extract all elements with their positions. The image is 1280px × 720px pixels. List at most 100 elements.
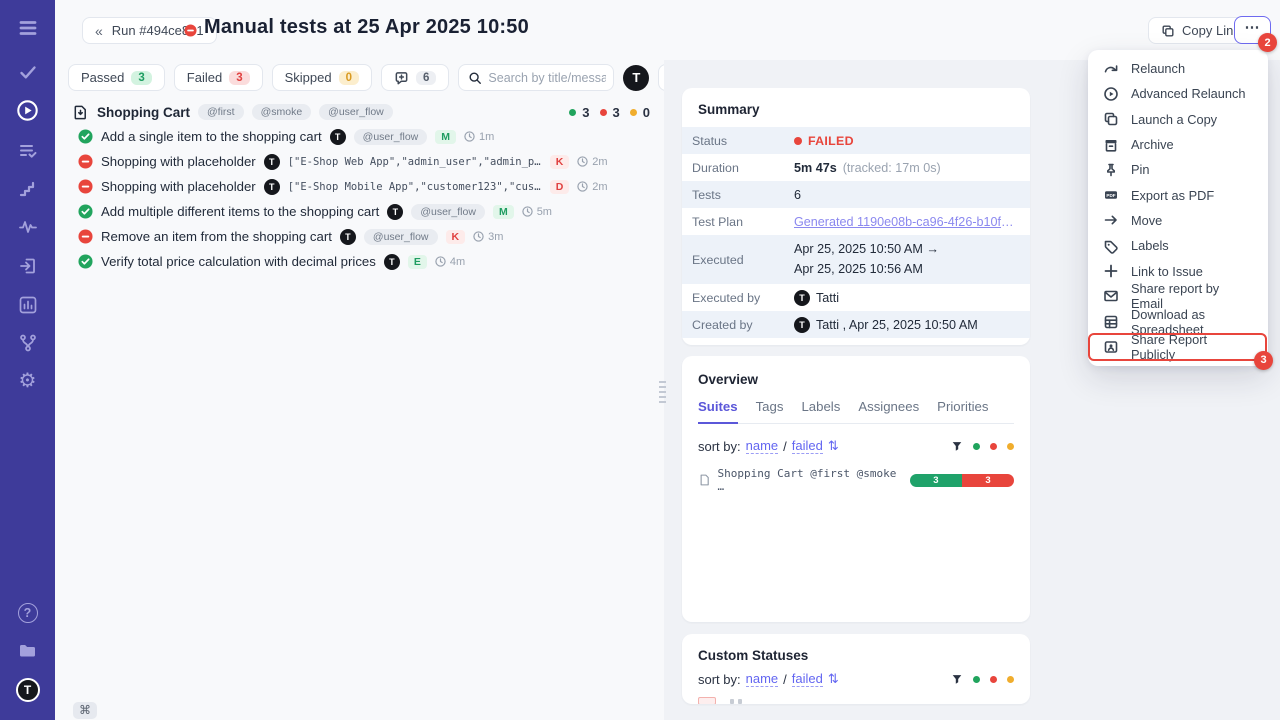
panel-resize-handle[interactable] [659, 381, 666, 405]
suite-tag[interactable]: @smoke [252, 104, 312, 120]
menu-item-pin[interactable]: Pin [1088, 157, 1268, 182]
menu-item-labels[interactable]: Labels [1088, 233, 1268, 258]
filter-funnel-icon[interactable] [951, 673, 963, 685]
test-title: Add multiple different items to the shop… [101, 204, 379, 219]
overview-tabs: Suites Tags Labels Assignees Priorities [698, 399, 1014, 424]
menu-item-advanced-relaunch[interactable]: Advanced Relaunch [1088, 81, 1268, 106]
suite-tag[interactable]: @first [198, 104, 244, 120]
executed-by-value: Tatti [816, 291, 839, 305]
menu-item-download-as-spreadsheet[interactable]: Download as Spreadsheet [1088, 309, 1268, 334]
sidebar-item-milestones[interactable] [0, 179, 55, 199]
sidebar-item-help[interactable]: ? [0, 603, 55, 623]
test-row[interactable]: Verify total price calculation with deci… [55, 249, 663, 274]
summary-row-executed: Executed Apr 25, 2025 10:50 AM → Apr 25,… [682, 235, 1030, 284]
tab-priorities[interactable]: Priorities [937, 399, 988, 423]
sidebar-item-branches[interactable] [0, 333, 55, 353]
menu-item-share-report-publicly-wrap: Share Report Publicly 3 [1088, 334, 1268, 359]
skipped-dot [630, 109, 637, 116]
custom-statuses-sort-row: sort by: name / failed ⇅ [698, 671, 1014, 687]
test-row[interactable]: Add a single item to the shopping cart T… [55, 124, 663, 149]
row-label: Executed [692, 253, 794, 267]
hamburger-menu-icon[interactable] [0, 18, 55, 38]
more-actions-button[interactable]: ⋯ 2 [1234, 16, 1271, 44]
assignee-avatar: T [264, 179, 280, 195]
sort-direction-icon[interactable]: ⇅ [828, 438, 839, 454]
menu-item-relaunch[interactable]: Relaunch [1088, 56, 1268, 81]
failed-filter-dot [990, 443, 997, 450]
filter-comments-button[interactable]: 6 [381, 64, 449, 91]
assignee-filter-avatar[interactable]: T [623, 65, 649, 91]
tab-suites[interactable]: Suites [698, 399, 738, 424]
sort-by-failed-link[interactable]: failed [792, 438, 823, 454]
sidebar-item-pulse[interactable] [0, 217, 55, 237]
sidebar-item-projects[interactable] [0, 641, 55, 661]
sort-by-name-link[interactable]: name [746, 671, 779, 687]
test-row[interactable]: Add multiple different items to the shop… [55, 199, 663, 224]
menu-item-export-as-pdf[interactable]: PDF Export as PDF [1088, 182, 1268, 207]
sort-by-name-link[interactable]: name [746, 438, 779, 454]
filter-funnel-icon[interactable] [951, 440, 963, 452]
sidebar-item-analytics[interactable] [0, 295, 55, 315]
test-row[interactable]: Shopping with placeholder T ["E-Shop Web… [55, 149, 663, 174]
menu-item-move[interactable]: Move [1088, 208, 1268, 233]
custom-status-badge: K [446, 230, 466, 244]
test-duration: 5m [522, 206, 552, 218]
sidebar-item-settings[interactable]: ⚙ [0, 371, 55, 391]
suite-skipped-count: 0 [643, 105, 650, 120]
sidebar-item-plans[interactable] [0, 141, 55, 161]
menu-item-label: Move [1131, 213, 1162, 228]
row-label: Duration [692, 161, 794, 175]
test-tag[interactable]: @user_flow [364, 229, 438, 245]
skipped-count-badge: 0 [339, 71, 359, 85]
sidebar-item-runs[interactable] [0, 99, 55, 122]
row-label: Tests [692, 188, 794, 202]
menu-item-share-report-by-email[interactable]: Share report by Email [1088, 284, 1268, 309]
comments-count-badge: 6 [416, 71, 436, 85]
clipped-status-row [698, 697, 1014, 704]
keyboard-shortcuts-button[interactable]: ⌘ [73, 702, 97, 719]
sort-by-failed-link[interactable]: failed [792, 671, 823, 687]
test-row[interactable]: Remove an item from the shopping cart T … [55, 224, 663, 249]
suite-row[interactable]: Shopping Cart @first @smoke @user_flow 3… [55, 100, 663, 124]
tab-assignees[interactable]: Assignees [858, 399, 919, 423]
test-row[interactable]: Shopping with placeholder T ["E-Shop Mob… [55, 174, 663, 199]
passed-status-icon [78, 204, 93, 219]
copy-link-label: Copy Link [1182, 23, 1240, 38]
skipped-filter-dot [1007, 443, 1014, 450]
tests-count-value: 6 [794, 188, 801, 202]
custom-status-badge: M [493, 205, 514, 219]
search-input[interactable] [488, 71, 606, 85]
archive-icon [1103, 137, 1119, 153]
sidebar-item-import[interactable] [0, 256, 55, 276]
test-title: Shopping with placeholder [101, 179, 256, 194]
test-example-data: ["E-Shop Mobile App","customer123","cust… [288, 181, 542, 193]
test-tag[interactable]: @user_flow [411, 204, 485, 220]
help-icon: ? [18, 603, 38, 623]
more-actions-dropdown: Relaunch Advanced Relaunch Launch a Copy… [1088, 50, 1268, 366]
passed-status-icon [78, 129, 93, 144]
filter-skipped-button[interactable]: Skipped 0 [272, 64, 372, 91]
bar-passed-segment: 3 [910, 474, 962, 487]
test-tag[interactable]: @user_flow [354, 129, 428, 145]
run-failed-status-icon [184, 24, 197, 37]
filter-failed-button[interactable]: Failed 3 [174, 64, 263, 91]
sort-direction-icon[interactable]: ⇅ [828, 671, 839, 687]
filter-bar: Passed 3 Failed 3 Skipped 0 6 T Tree Vie… [68, 64, 764, 91]
tab-labels[interactable]: Labels [801, 399, 840, 423]
test-title: Add a single item to the shopping cart [101, 129, 322, 144]
menu-item-archive[interactable]: Archive [1088, 132, 1268, 157]
sidebar-item-tests[interactable] [0, 62, 55, 82]
menu-item-link-to-issue[interactable]: Link to Issue [1088, 258, 1268, 283]
menu-item-launch-a-copy[interactable]: Launch a Copy [1088, 107, 1268, 132]
sidebar-user-avatar[interactable]: T [0, 678, 55, 702]
test-plan-link[interactable]: Generated 1190e08b-ca96-4f26-b10f-d6dc… [794, 215, 1016, 229]
summary-row-duration: Duration 5m 47s(tracked: 17m 0s) [682, 154, 1030, 181]
filter-passed-button[interactable]: Passed 3 [68, 64, 165, 91]
custom-status-badge: E [408, 255, 427, 269]
tab-tags[interactable]: Tags [756, 399, 784, 423]
summary-row-created-by: Created by TTatti , Apr 25, 2025 10:50 A… [682, 311, 1030, 338]
suite-tag[interactable]: @user_flow [319, 104, 393, 120]
sort-separator: / [783, 672, 787, 687]
menu-item-share-report-publicly[interactable]: Share Report Publicly [1088, 334, 1268, 359]
overview-suite-row[interactable]: Shopping Cart @first @smoke … 3 3 [698, 467, 1014, 493]
